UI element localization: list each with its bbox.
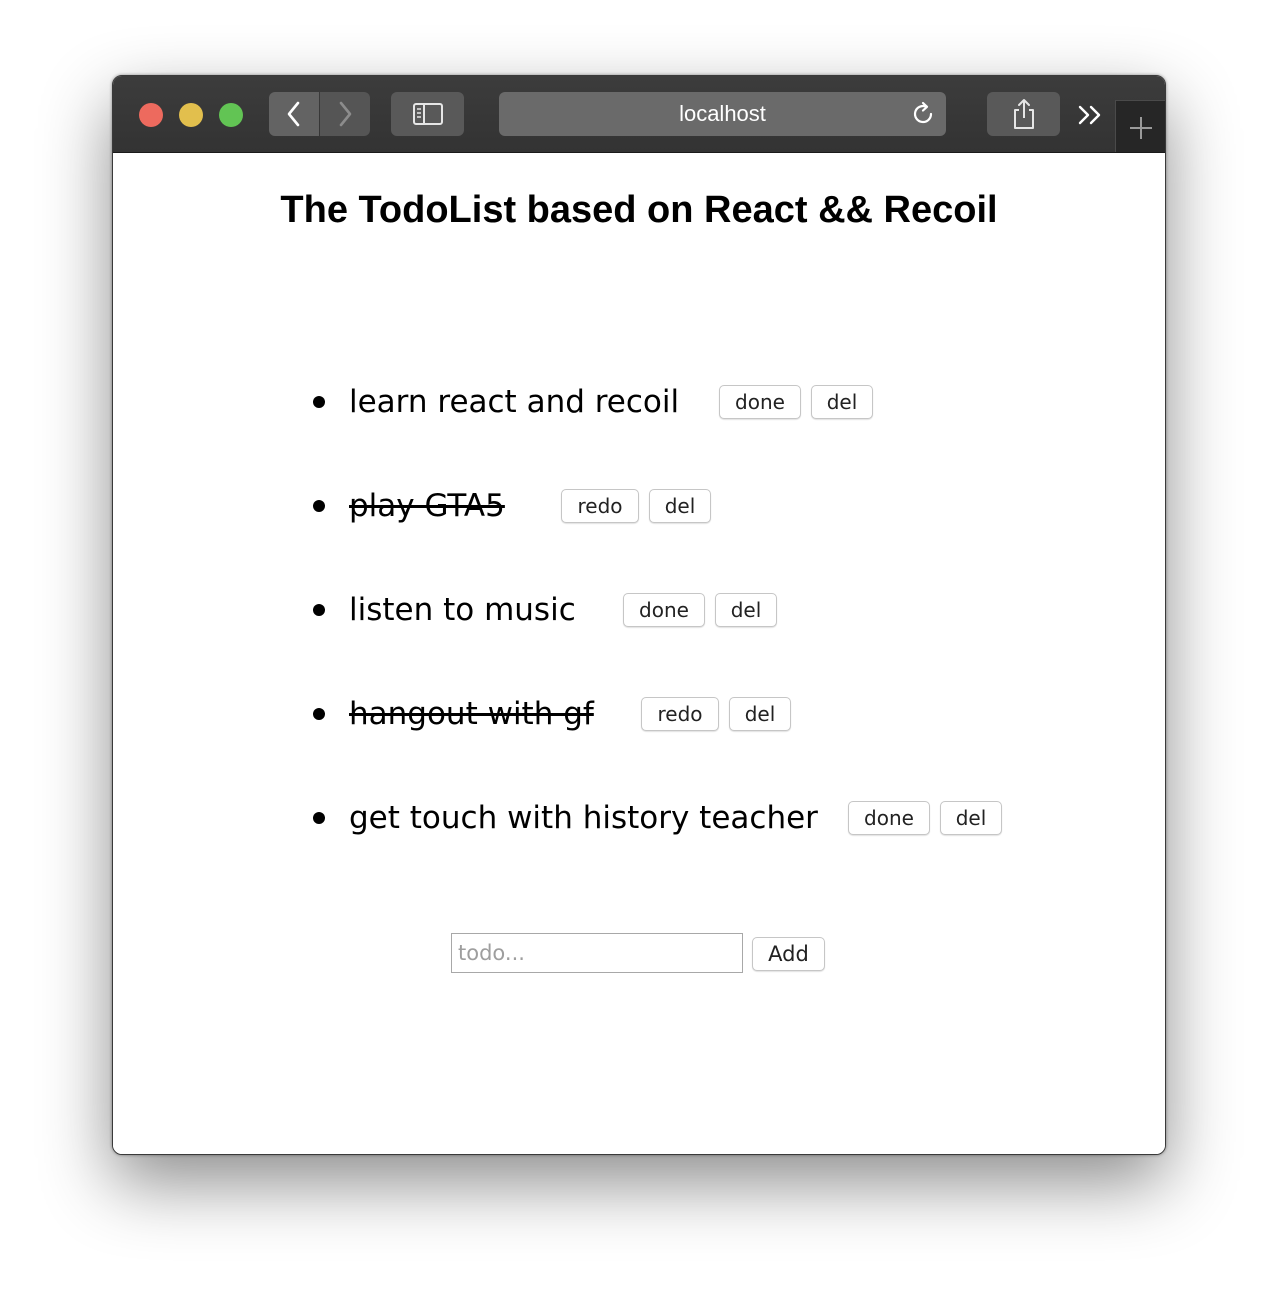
todo-text: learn react and recoil: [349, 384, 680, 420]
chevron-left-icon: [287, 101, 300, 127]
redo-button[interactable]: redo: [561, 489, 639, 523]
browser-toolbar: localhost: [113, 76, 1165, 153]
bullet-icon: [313, 812, 325, 824]
zoom-window-button[interactable]: [219, 103, 243, 127]
plus-icon: [1130, 117, 1152, 139]
close-window-button[interactable]: [139, 103, 163, 127]
back-button[interactable]: [269, 92, 319, 136]
delete-button[interactable]: del: [940, 801, 1002, 835]
todo-text: get touch with history teacher: [349, 800, 818, 836]
delete-button[interactable]: del: [729, 697, 791, 731]
chevron-right-icon: [339, 101, 352, 127]
delete-button[interactable]: del: [649, 489, 711, 523]
double-chevron-icon[interactable]: [1077, 100, 1105, 130]
new-tab-button[interactable]: [1115, 100, 1165, 152]
bullet-icon: [313, 396, 325, 408]
todo-text: play GTA5: [349, 488, 505, 524]
done-button[interactable]: done: [623, 593, 705, 627]
bullet-icon: [313, 500, 325, 512]
bullet-icon: [313, 708, 325, 720]
done-button[interactable]: done: [848, 801, 930, 835]
share-button[interactable]: [987, 92, 1060, 136]
page-title: The TodoList based on React && Recoil: [280, 189, 998, 231]
add-button[interactable]: Add: [752, 937, 825, 971]
bullet-icon: [313, 604, 325, 616]
todo-text: listen to music: [349, 592, 576, 628]
redo-button[interactable]: redo: [641, 697, 719, 731]
minimize-window-button[interactable]: [179, 103, 203, 127]
reload-icon[interactable]: [910, 101, 936, 127]
address-bar[interactable]: localhost: [499, 92, 946, 136]
delete-button[interactable]: del: [715, 593, 777, 627]
sidebar-toggle-button[interactable]: [391, 92, 464, 136]
share-icon: [1013, 99, 1034, 129]
url-text: localhost: [679, 101, 766, 126]
forward-button[interactable]: [320, 92, 370, 136]
todo-input[interactable]: [451, 933, 743, 973]
delete-button[interactable]: del: [811, 385, 873, 419]
done-button[interactable]: done: [719, 385, 801, 419]
todo-text: hangout with gf: [349, 696, 594, 732]
sidebar-icon: [412, 103, 443, 125]
browser-window: localhost The TodoList based on React &&…: [112, 75, 1166, 1155]
page-content: The TodoList based on React && Recoil le…: [113, 153, 1165, 1154]
